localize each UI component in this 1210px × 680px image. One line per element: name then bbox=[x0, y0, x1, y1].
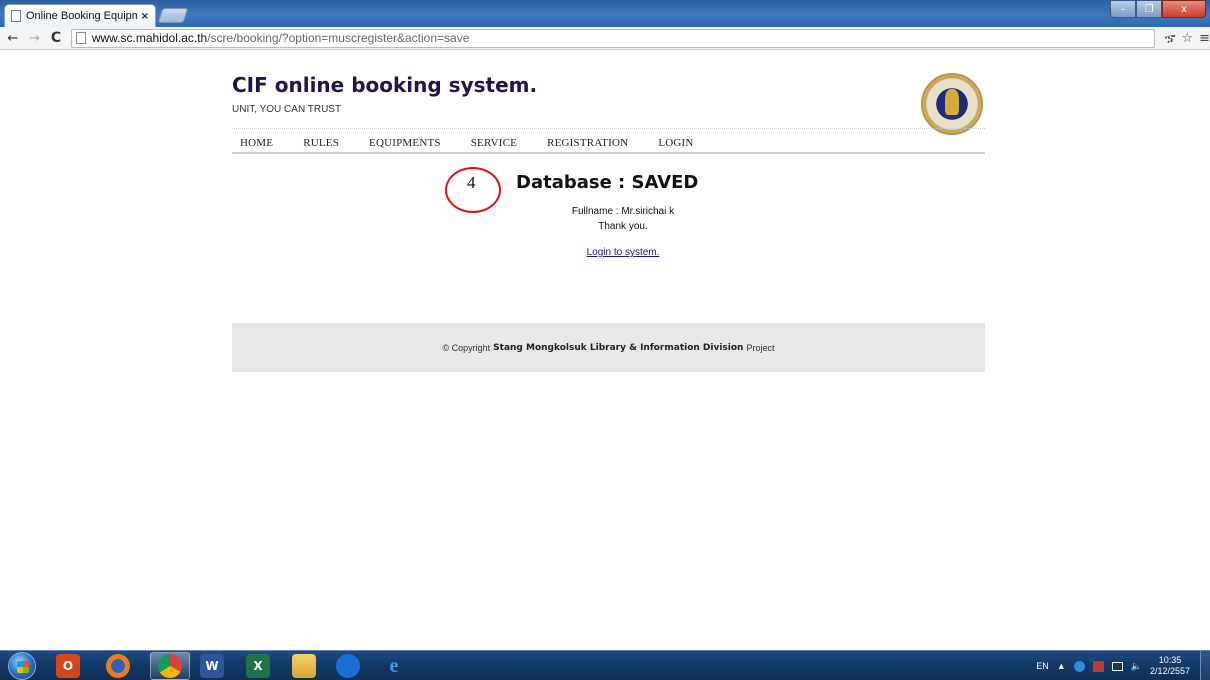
menu-divider-bottom bbox=[232, 152, 985, 154]
menu-item-registration[interactable]: REGISTRATION bbox=[547, 137, 628, 149]
excel-icon[interactable]: X bbox=[246, 654, 270, 678]
menu-item-service[interactable]: SERVICE bbox=[471, 137, 517, 149]
word-icon[interactable]: W bbox=[200, 654, 224, 678]
start-orb[interactable] bbox=[8, 652, 36, 680]
site-header: CIF online booking system. UNIT, YOU CAN… bbox=[232, 69, 985, 135]
minimize-button[interactable]: – bbox=[1110, 0, 1136, 18]
star-icon[interactable]: ☆ bbox=[1181, 31, 1193, 46]
url-path: /scre/booking/?option=muscregister&actio… bbox=[207, 31, 470, 45]
window-controls: – ❐ x bbox=[1110, 0, 1206, 18]
main-menu: HOME RULES EQUIPMENTS SERVICE REGISTRATI… bbox=[232, 133, 985, 153]
clock-time: 10:35 bbox=[1158, 655, 1182, 665]
address-bar[interactable]: www.sc.mahidol.ac.th/scre/booking/?optio… bbox=[70, 28, 1155, 48]
annotation-number: 4 bbox=[467, 173, 476, 192]
site-slogan: UNIT, YOU CAN TRUST bbox=[232, 104, 342, 115]
show-hidden-icons-icon[interactable]: ▲ bbox=[1057, 661, 1066, 671]
firefox-icon[interactable] bbox=[106, 654, 130, 678]
browser-toolbar: ← → C www.sc.mahidol.ac.th/scre/booking/… bbox=[0, 27, 1210, 50]
teamviewer-icon[interactable] bbox=[336, 654, 360, 678]
footer-org: Stang Mongkolsuk Library & Information D… bbox=[493, 342, 744, 353]
footer: © Copyright Stang Mongkolsuk Library & I… bbox=[232, 323, 985, 372]
taskbar: O W X e EN ▲ 🔈 10:35 2/12/2557 bbox=[0, 650, 1210, 680]
close-window-button[interactable]: x bbox=[1162, 0, 1206, 18]
clock[interactable]: 10:35 2/12/2557 bbox=[1150, 655, 1190, 677]
document-icon bbox=[75, 32, 86, 44]
footer-suffix: Project bbox=[746, 342, 775, 353]
fullname-text: Fullname : Mr.sirichai k bbox=[571, 206, 675, 217]
chrome-icon[interactable] bbox=[158, 654, 182, 678]
menu-item-rules[interactable]: RULES bbox=[303, 137, 339, 149]
back-icon[interactable]: ← bbox=[4, 29, 22, 47]
action-center-icon[interactable] bbox=[1092, 660, 1104, 672]
footer-prefix: © Copyright bbox=[442, 342, 491, 353]
office-icon[interactable]: O bbox=[56, 654, 80, 678]
result-heading: Database : SAVED bbox=[516, 172, 699, 193]
system-tray: EN ▲ 🔈 10:35 2/12/2557 bbox=[1036, 651, 1210, 680]
menu-item-home[interactable]: HOME bbox=[240, 137, 273, 149]
web-page: CIF online booking system. UNIT, YOU CAN… bbox=[0, 51, 1210, 650]
menu-item-login[interactable]: LOGIN bbox=[658, 137, 693, 149]
menu-icon[interactable]: ≡ bbox=[1199, 31, 1210, 46]
close-icon[interactable]: × bbox=[141, 11, 149, 22]
site-title: CIF online booking system. bbox=[232, 73, 538, 97]
toolbar-right: ኇ ☆ ≡ bbox=[1165, 31, 1210, 46]
menu-divider bbox=[232, 128, 985, 129]
login-link[interactable]: Login to system. bbox=[0, 247, 1210, 258]
language-indicator[interactable]: EN bbox=[1036, 661, 1049, 671]
browser-titlebar: Online Booking Equipmen × – ❐ x bbox=[0, 0, 1210, 27]
menu-item-equipments[interactable]: EQUIPMENTS bbox=[369, 137, 441, 149]
network-app-icon[interactable] bbox=[1073, 660, 1085, 672]
ie-icon[interactable]: e bbox=[382, 654, 406, 678]
network-icon[interactable] bbox=[1111, 661, 1123, 671]
volume-icon[interactable]: 🔈 bbox=[1131, 661, 1142, 672]
tab-title: Online Booking Equipmen bbox=[26, 10, 137, 22]
browser-tab[interactable]: Online Booking Equipmen × bbox=[4, 4, 156, 27]
explorer-icon[interactable] bbox=[292, 654, 316, 678]
page-icon bbox=[11, 10, 21, 22]
reload-icon[interactable]: C bbox=[47, 29, 65, 47]
extension-icon[interactable]: ኇ bbox=[1165, 31, 1176, 46]
url-host: www.sc.mahidol.ac.th bbox=[91, 31, 208, 45]
new-tab-button[interactable] bbox=[157, 8, 189, 23]
maximize-button[interactable]: ❐ bbox=[1136, 0, 1162, 18]
clock-date: 2/12/2557 bbox=[1149, 666, 1190, 676]
thanks-text: Thank you. bbox=[598, 221, 648, 232]
show-desktop-button[interactable] bbox=[1200, 651, 1210, 680]
forward-icon[interactable]: → bbox=[26, 29, 44, 47]
university-seal-logo bbox=[921, 73, 983, 135]
